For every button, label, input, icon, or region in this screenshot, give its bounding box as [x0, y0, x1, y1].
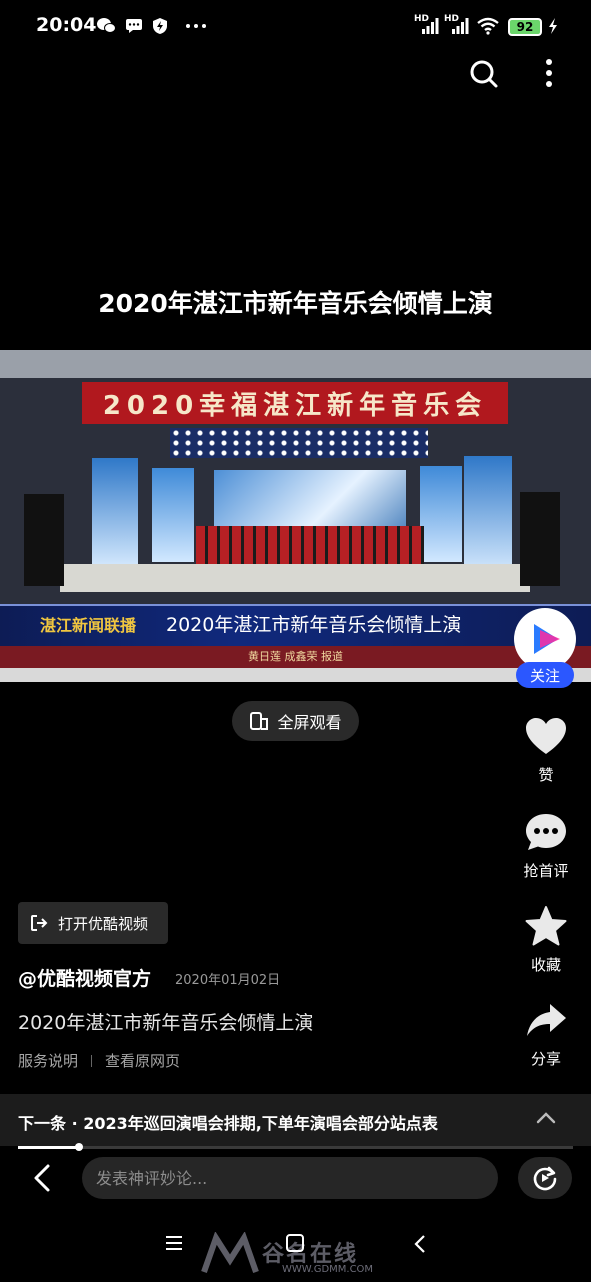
comment-bubble-icon: [516, 810, 576, 854]
service-info-link[interactable]: 服务说明: [18, 1050, 78, 1071]
follow-button[interactable]: 关注: [516, 662, 574, 688]
like-label: 赞: [538, 766, 554, 784]
video-player[interactable]: 2020幸福湛江新年音乐会 湛江新闻联播 2020年湛江市新年音乐会倾情上演 黄…: [0, 350, 591, 682]
shield-icon: [150, 16, 170, 36]
progress-thumb[interactable]: [75, 1143, 83, 1151]
system-back-button[interactable]: [410, 1233, 430, 1255]
news-credit: 黄日莲 成鑫荣 报道: [248, 650, 343, 663]
open-app-icon: [31, 915, 48, 931]
heart-icon: [516, 714, 576, 758]
status-time: 20:04: [36, 14, 97, 36]
led-screen: [464, 456, 512, 576]
search-button[interactable]: [466, 56, 502, 92]
like-button[interactable]: 赞: [516, 714, 576, 785]
speaker: [520, 492, 560, 586]
next-video-title[interactable]: 下一条 · 2023年巡回演唱会排期,下单年演唱会部分站点表: [18, 1110, 438, 1134]
status-bar: 20:04 HD HD 92: [0, 0, 591, 52]
video-title: 2020年湛江市新年音乐会倾情上演: [98, 289, 493, 318]
loop-icon: [533, 1166, 557, 1191]
led-screen: [152, 468, 194, 562]
search-icon: [470, 60, 498, 88]
channel-avatar[interactable]: [514, 608, 576, 670]
menu-icon: [166, 1236, 182, 1250]
stage-floor: [60, 564, 530, 592]
more-dots-icon: [184, 16, 208, 36]
stage-lights: [170, 428, 428, 458]
info-links: 服务说明 查看原网页: [18, 1050, 180, 1071]
wechat-icon: [96, 16, 116, 36]
progress-fill: [18, 1146, 79, 1149]
watermark-url: WWW.GDMM.COM: [282, 1264, 374, 1275]
battery-icon: 92: [508, 18, 542, 36]
share-button[interactable]: 分享: [516, 998, 576, 1069]
video-description: 2020年湛江市新年音乐会倾情上演: [18, 1012, 314, 1034]
system-home-button[interactable]: [286, 1234, 304, 1252]
view-original-link[interactable]: 查看原网页: [105, 1050, 180, 1071]
video-bottom-strip: [0, 668, 591, 682]
message-icon: [124, 16, 144, 36]
youku-logo-icon: [534, 624, 560, 654]
signal-label: HD: [414, 14, 430, 24]
signal-icon: HD: [414, 14, 440, 36]
comment-input[interactable]: [82, 1157, 498, 1199]
wifi-icon: [476, 16, 500, 36]
signal-icon-2: HD: [444, 14, 470, 36]
charging-icon: [546, 16, 560, 36]
signal-label-2: HD: [444, 14, 460, 24]
back-button[interactable]: [28, 1162, 58, 1194]
favorite-label: 收藏: [530, 956, 561, 974]
led-screen: [92, 458, 138, 570]
autoplay-loop-button[interactable]: [518, 1157, 572, 1199]
fullscreen-icon: [250, 712, 269, 730]
hall-ceiling: [0, 350, 591, 378]
system-menu-button[interactable]: [164, 1234, 184, 1252]
chevron-left-icon: [34, 1164, 50, 1192]
author-name[interactable]: @优酷视频官方: [18, 964, 151, 991]
share-arrow-icon: [516, 998, 576, 1042]
open-app-label: 打开优酷视频: [58, 914, 149, 933]
comment-button[interactable]: 抢首评: [516, 810, 576, 881]
share-label: 分享: [530, 1050, 561, 1068]
led-screen: [420, 466, 462, 562]
fullscreen-button[interactable]: 全屏观看: [232, 701, 359, 741]
progress-track[interactable]: [18, 1146, 573, 1149]
back-triangle-icon: [414, 1235, 425, 1253]
choir: [196, 526, 424, 564]
expand-button[interactable]: [534, 1106, 558, 1130]
comment-label: 抢首评: [523, 862, 569, 880]
news-logo: 湛江新闻联播: [39, 616, 136, 635]
more-options-button[interactable]: [534, 56, 564, 92]
more-vertical-icon: [546, 59, 552, 87]
open-app-button[interactable]: 打开优酷视频: [18, 902, 168, 944]
stage-banner: 2020幸福湛江新年音乐会: [82, 382, 508, 424]
publish-date: 2020年01月02日: [175, 973, 281, 988]
chevron-up-icon: [536, 1112, 556, 1124]
fullscreen-label: 全屏观看: [277, 713, 342, 732]
speaker: [24, 494, 64, 586]
news-title: 2020年湛江市新年音乐会倾情上演: [166, 614, 462, 636]
star-icon: [516, 904, 576, 948]
favorite-button[interactable]: 收藏: [516, 904, 576, 975]
link-divider: [91, 1054, 93, 1067]
